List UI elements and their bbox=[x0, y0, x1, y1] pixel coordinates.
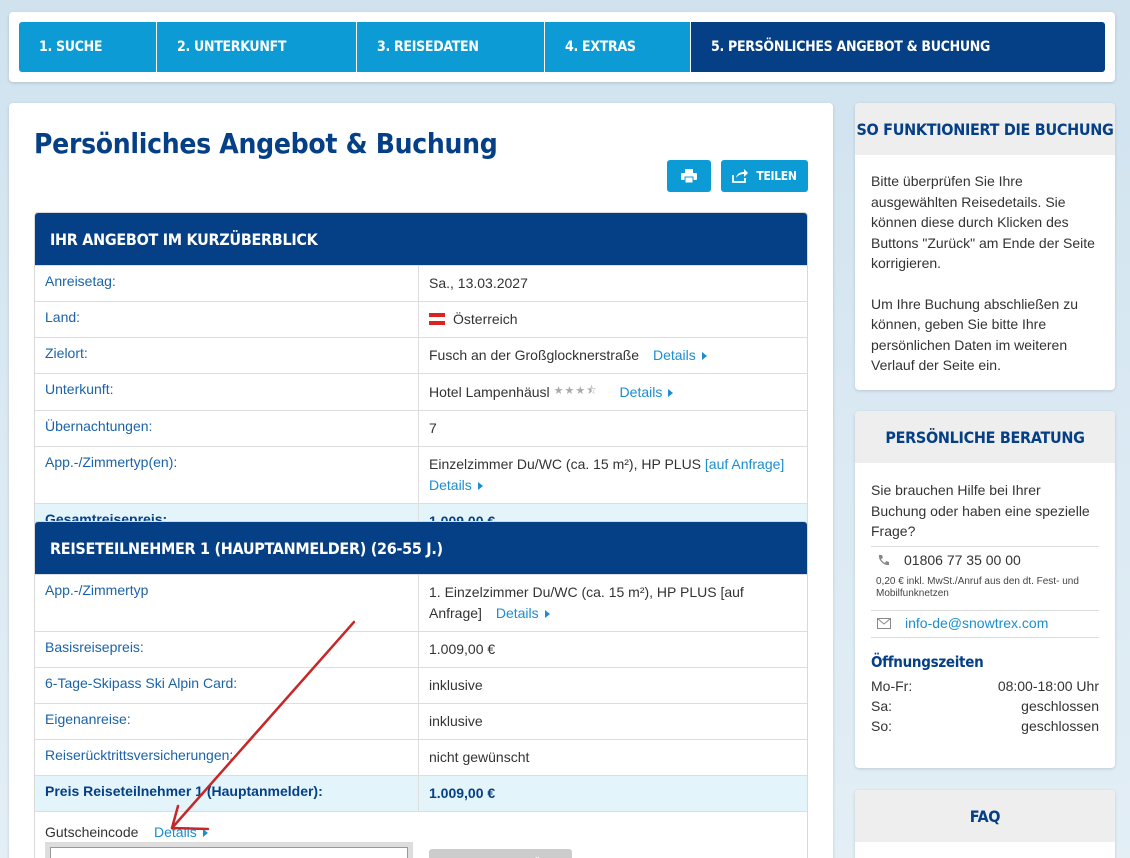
step-accommodation[interactable]: 2. Unterkunft bbox=[157, 22, 357, 72]
opening-hours-title: Öffnungszeiten bbox=[871, 652, 984, 671]
step-offer-booking: 5. Persönliches Angebot & Buchung bbox=[691, 22, 1105, 72]
austria-flag-icon bbox=[429, 313, 445, 325]
chevron-right-icon bbox=[544, 610, 550, 619]
participant-price-label: Preis Reiseteilnehmer 1 (Hauptanmelder): bbox=[35, 776, 419, 811]
base-price-value: 1.009,00 € bbox=[429, 641, 496, 657]
chevron-right-icon bbox=[701, 352, 707, 361]
participant-room-value: 1. Einzelzimmer Du/WC (ca. 15 m²), HP PL… bbox=[429, 584, 744, 621]
room-details-link[interactable]: Details bbox=[429, 477, 483, 493]
skipass-value: inklusive bbox=[429, 677, 483, 693]
main-content: Persönliches Angebot & Buchung TEILEN Ih… bbox=[9, 103, 833, 858]
how-booking-works-panel: So funktioniert die Buchung Bitte überpr… bbox=[855, 103, 1115, 390]
chevron-right-icon bbox=[202, 829, 208, 838]
skipass-label: 6-Tage-Skipass Ski Alpin Card: bbox=[35, 668, 419, 703]
table-row: App.-/Zimmertyp(en): Einzelzimmer Du/WC … bbox=[35, 446, 807, 503]
participant-price-value: 1.009,00 € bbox=[429, 785, 496, 801]
accommodation-label: Unterkunft: bbox=[35, 374, 419, 410]
how-booking-works-heading: So funktioniert die Buchung bbox=[855, 103, 1115, 155]
participant-box: Reiseteilnehmer 1 (Hauptanmelder) (26-55… bbox=[34, 521, 808, 858]
email-link[interactable]: info-de@snowtrex.com bbox=[905, 613, 1048, 634]
chevron-right-icon bbox=[477, 482, 483, 491]
destination-details-link[interactable]: Details bbox=[653, 347, 707, 363]
step-extras[interactable]: 4. Extras bbox=[545, 22, 691, 72]
hours-row: So: geschlossen bbox=[871, 718, 1099, 734]
phone-line[interactable]: 01806 77 35 00 00 bbox=[871, 545, 1099, 574]
nights-label: Übernachtungen: bbox=[35, 411, 419, 446]
participant-room-details-link[interactable]: Details bbox=[496, 605, 550, 621]
personal-advice-panel: Persönliche Beratung Sie brauchen Hilfe … bbox=[855, 411, 1115, 768]
email-line[interactable]: info-de@snowtrex.com bbox=[871, 609, 1099, 638]
arrival-value: Sa., 13.03.2027 bbox=[429, 275, 528, 291]
personal-advice-heading: Persönliche Beratung bbox=[855, 411, 1115, 463]
accommodation-details-link[interactable]: Details bbox=[620, 384, 674, 400]
travel-label: Eigenanreise: bbox=[35, 704, 419, 739]
faq-panel: FAQ bbox=[855, 790, 1115, 858]
how-booking-works-text-2: Um Ihre Buchung abschließen zu können, g… bbox=[871, 295, 1078, 374]
step-search[interactable]: 1. Suche bbox=[19, 22, 157, 72]
star-rating: ★★★⯪ bbox=[553, 385, 598, 397]
table-row: Übernachtungen: 7 bbox=[35, 410, 807, 446]
chevron-right-icon bbox=[668, 389, 674, 398]
table-row: App.-/Zimmertyp 1. Einzelzimmer Du/WC (c… bbox=[35, 574, 807, 631]
share-icon bbox=[732, 169, 749, 183]
table-row: 6-Tage-Skipass Ski Alpin Card: inklusive bbox=[35, 667, 807, 703]
voucher-details-link[interactable]: Details bbox=[154, 824, 208, 840]
voucher-code-input[interactable] bbox=[50, 847, 408, 858]
nights-value: 7 bbox=[429, 420, 437, 436]
table-row: Zielort: Fusch an der Großglocknerstraße… bbox=[35, 337, 807, 373]
share-button[interactable]: TEILEN bbox=[721, 160, 808, 192]
hours-row: Sa: geschlossen bbox=[871, 698, 1099, 714]
destination-label: Zielort: bbox=[35, 338, 419, 373]
arrival-label: Anreisetag: bbox=[35, 266, 419, 301]
mail-icon bbox=[877, 618, 891, 629]
print-button[interactable] bbox=[667, 160, 711, 192]
participant-heading: Reiseteilnehmer 1 (Hauptanmelder) (26-55… bbox=[35, 522, 807, 574]
table-row: Anreisetag: Sa., 13.03.2027 bbox=[35, 265, 807, 301]
on-request-note: [auf Anfrage] bbox=[704, 456, 785, 472]
phone-cost-note: 0,20 € inkl. MwSt./Anruf aus den dt. Fes… bbox=[876, 575, 1079, 599]
table-row: Land: Österreich bbox=[35, 301, 807, 337]
insurance-value: nicht gewünscht bbox=[429, 749, 530, 765]
printer-icon bbox=[681, 169, 697, 183]
country-label: Land: bbox=[35, 302, 419, 337]
base-price-label: Basisreisepreis: bbox=[35, 632, 419, 667]
redeem-voucher-button[interactable]: GUTSCHEIN EINLÖSEN bbox=[429, 849, 572, 858]
table-row-total: Preis Reiseteilnehmer 1 (Hauptanmelder):… bbox=[35, 775, 807, 811]
progress-steps: 1. Suche 2. Unterkunft 3. Reisedaten 4. … bbox=[9, 12, 1115, 82]
room-type-label: App.-/Zimmertyp(en): bbox=[35, 447, 419, 503]
share-label: TEILEN bbox=[756, 169, 797, 183]
step-travel-dates[interactable]: 3. Reisedaten bbox=[357, 22, 545, 72]
hours-row: Mo-Fr: 08:00-18:00 Uhr bbox=[871, 678, 1099, 694]
offer-overview-heading: Ihr Angebot im Kurzüberblick bbox=[35, 213, 807, 265]
accommodation-value: Hotel Lampenhäusl bbox=[429, 384, 550, 400]
offer-overview-box: Ihr Angebot im Kurzüberblick Anreisetag:… bbox=[34, 212, 808, 540]
how-booking-works-text-1: Bitte überprüfen Sie Ihre ausgewählten R… bbox=[871, 173, 1095, 271]
phone-icon bbox=[878, 554, 889, 565]
page-title: Persönliches Angebot & Buchung bbox=[34, 127, 498, 160]
country-value: Österreich bbox=[453, 311, 518, 327]
participant-room-label: App.-/Zimmertyp bbox=[35, 575, 419, 631]
table-row: Unterkunft: Hotel Lampenhäusl ★★★⯪ Detail… bbox=[35, 373, 807, 410]
table-row: Basisreisepreis: 1.009,00 € bbox=[35, 631, 807, 667]
faq-heading[interactable]: FAQ bbox=[855, 790, 1115, 842]
voucher-label: Gutscheincode bbox=[45, 824, 139, 840]
destination-value: Fusch an der Großglocknerstraße bbox=[429, 347, 640, 363]
table-row: Reiserücktrittsversicherungen: nicht gew… bbox=[35, 739, 807, 775]
phone-number[interactable]: 01806 77 35 00 00 bbox=[904, 550, 1021, 571]
insurance-label: Reiserücktrittsversicherungen: bbox=[35, 740, 419, 775]
voucher-input-wrapper bbox=[45, 842, 413, 858]
travel-value: inklusive bbox=[429, 713, 483, 729]
advice-intro: Sie brauchen Hilfe bei Ihrer Buchung ode… bbox=[871, 482, 1090, 539]
room-type-value: Einzelzimmer Du/WC (ca. 15 m²), HP PLUS bbox=[429, 456, 702, 472]
table-row: Eigenanreise: inklusive bbox=[35, 703, 807, 739]
